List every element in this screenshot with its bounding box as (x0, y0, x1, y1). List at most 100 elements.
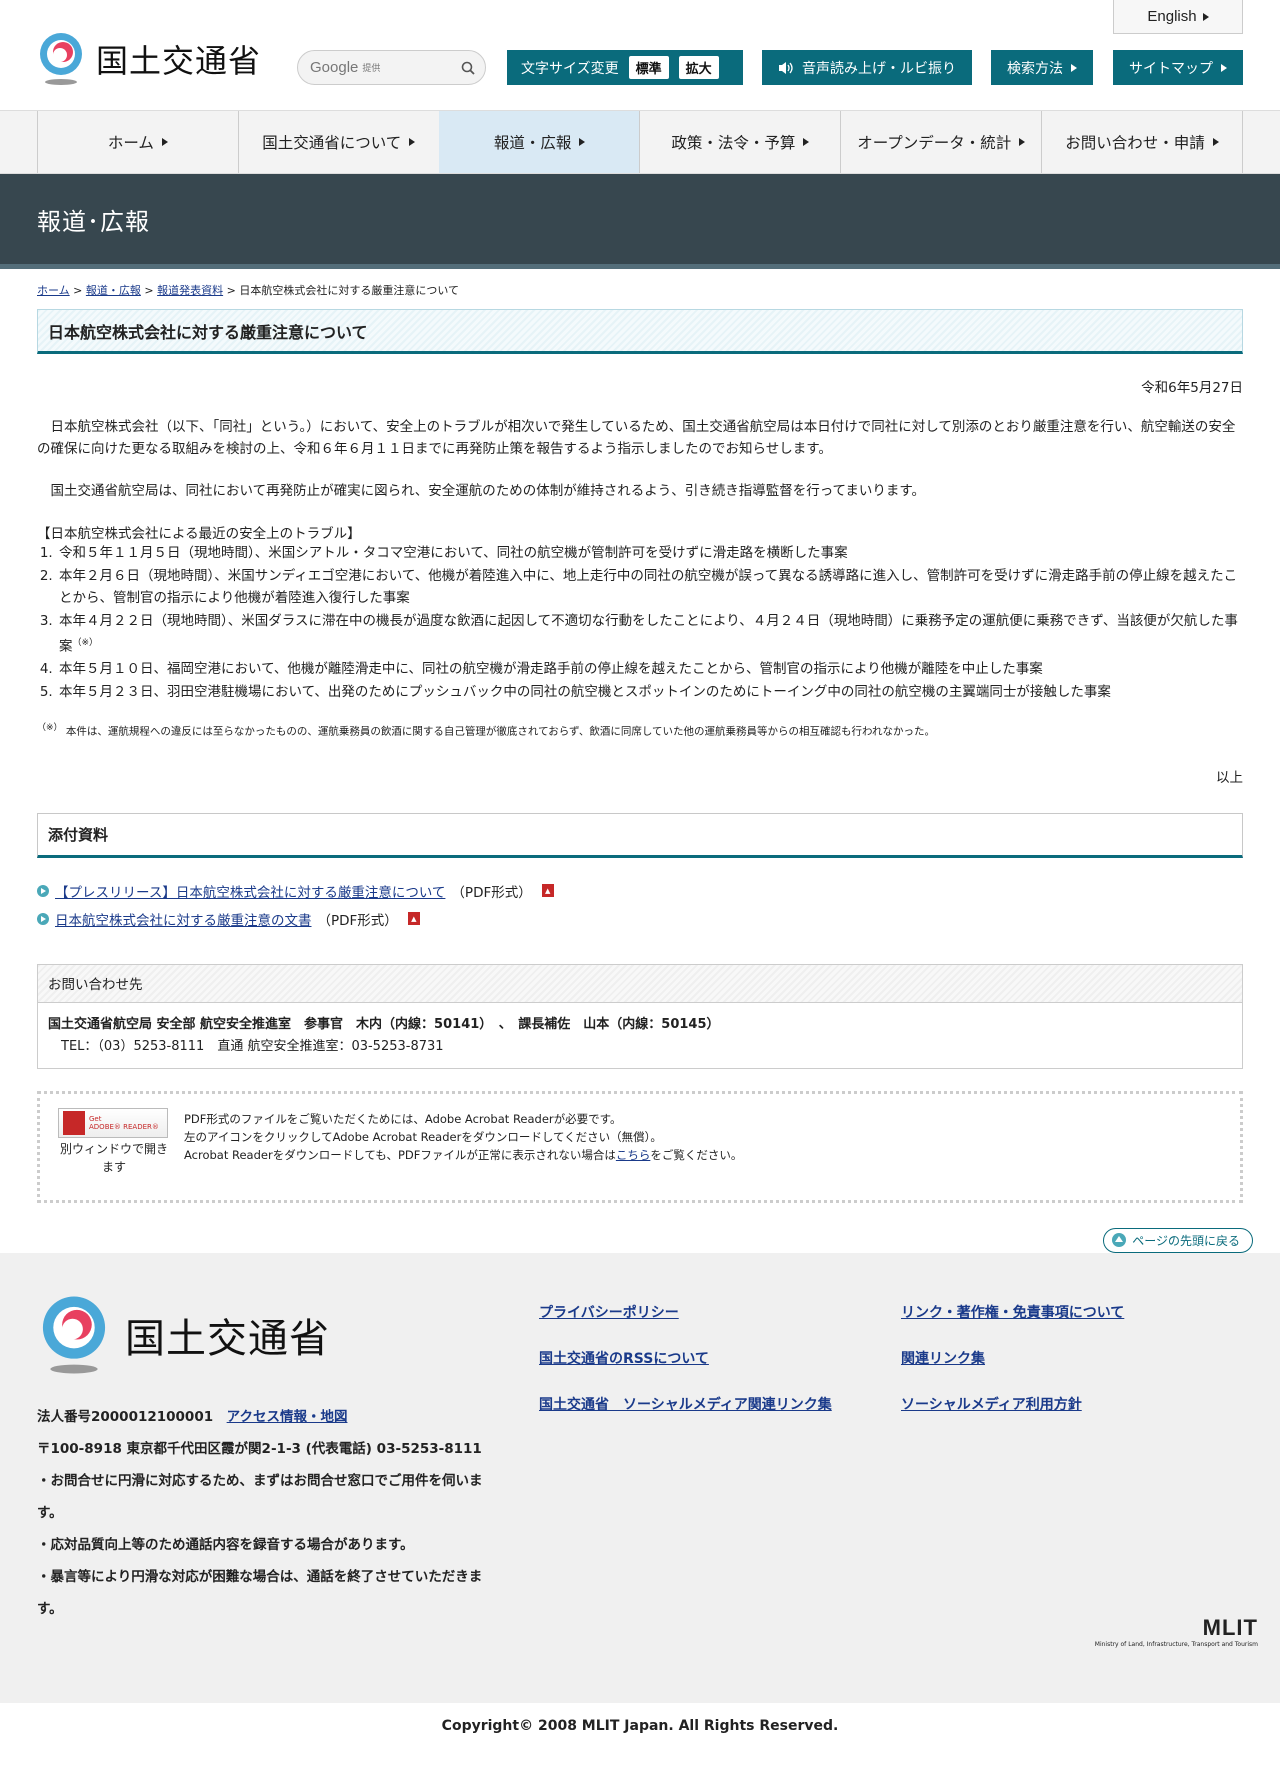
arrow-right-icon (1019, 138, 1026, 146)
main-content: ホーム > 報道・広報 > 報道発表資料 > 日本航空株式会社に対する厳重注意に… (37, 282, 1253, 1253)
adobe-get-label: Get (89, 1114, 102, 1123)
adobe-reader-box: Get ADOBE® READER® 別ウィンドウで開きます PDF形式のファイル… (37, 1090, 1243, 1203)
nav-label: オープンデータ・統計 (857, 134, 1012, 152)
search-method-button[interactable]: 検索方法 (991, 50, 1093, 85)
pdf-icon: ▲ (407, 912, 420, 925)
mlit-wordmark-text: MLIT (1202, 1614, 1258, 1640)
rss-link[interactable]: 国土交通省のRSSについて (539, 1351, 709, 1367)
adobe-icon (63, 1110, 85, 1135)
address: 〒100-8918 東京都千代田区霞が関2-1-3 (代表電話) 03-5253… (37, 1440, 482, 1457)
arrow-right-icon (1212, 138, 1219, 146)
pdf-icon: ▲ (541, 884, 554, 897)
contact-box: お問い合わせ先 国土交通省航空局 安全部 航空安全推進室 参事官 木内（内線：5… (37, 963, 1243, 1069)
breadcrumb-home[interactable]: ホーム (37, 284, 70, 297)
footer-logo[interactable]: 国土交通省 (37, 1293, 330, 1377)
arrow-right-icon (409, 138, 416, 146)
get-adobe-reader-button[interactable]: Get ADOBE® READER® (58, 1107, 168, 1138)
section-banner: 報道･広報 (0, 174, 1280, 269)
list-item: 日本航空株式会社に対する厳重注意の文書 （PDF形式） ▲ (37, 905, 1243, 933)
list-item: 本年４月２２日（現地時間）、米国ダラスに滞在中の機長が過度な飲酒に起因して不適切… (57, 610, 1243, 659)
breadcrumb-press[interactable]: 報道・広報 (86, 284, 141, 297)
font-size-standard-button[interactable]: 標準 (628, 56, 669, 79)
footer-links: プライバシーポリシー リンク・著作権・免責事項について 国土交通省のRSSについ… (539, 1303, 1239, 1415)
nav-item-opendata[interactable]: オープンデータ・統計 (840, 111, 1041, 173)
attachments-heading: 添付資料 (37, 812, 1243, 858)
search-icon[interactable] (461, 61, 475, 75)
nav-item-home[interactable]: ホーム (37, 111, 238, 173)
arrow-right-icon (803, 138, 810, 146)
notice-3: ・暴言等により円滑な対応が困難な場合は、通話を終了させていただきます。 (37, 1568, 483, 1617)
search-provided-label: 提供 (362, 64, 381, 74)
publish-date: 令和6年5月27日 (1141, 380, 1243, 396)
body-paragraph-2: 国土交通省航空局は、同社において再発防止が確実に図られ、安全運航のための体制が維… (50, 483, 926, 499)
list-item: 令和５年１１月５日（現地時間）、米国シアトル・タコマ空港において、同社の航空機が… (57, 542, 1243, 565)
list-item: 【プレスリリース】日本航空株式会社に対する厳重注意について （PDF形式） ▲ (37, 877, 1243, 905)
contact-phone: TEL：（03）5253-8111 直通 航空安全推進室：03-5253-873… (61, 1038, 444, 1054)
font-size-control: 文字サイズ変更 標準 拡大 (507, 50, 743, 85)
arrow-right-icon (1202, 12, 1209, 21)
mlit-logo-icon (40, 33, 82, 85)
nav-item-about[interactable]: 国土交通省について (237, 111, 439, 173)
incident-list: 令和５年１１月５日（現地時間）、米国シアトル・タコマ空港において、同社の航空機が… (57, 542, 1243, 703)
privacy-policy-link[interactable]: プライバシーポリシー (539, 1305, 679, 1321)
logo-text: 国土交通省 (96, 42, 262, 80)
nav-label: 政策・法令・予算 (671, 134, 796, 152)
site-header: English 国土交通省 Google 提供 文字サイズ変更 標準 拡大 音声… (0, 0, 1280, 111)
access-map-link[interactable]: アクセス情報・地図 (227, 1409, 348, 1425)
footnote: （※） 本件は、運航規程への違反には至らなかったものの、運航乗務員の飲酒に関する… (37, 723, 935, 738)
footer-logo-text: 国土交通省 (125, 1315, 330, 1362)
footnote-mark: （※） (72, 638, 99, 648)
nav-label: 報道・広報 (493, 134, 572, 152)
breadcrumb-current: 日本航空株式会社に対する厳重注意について (239, 284, 459, 297)
related-links-link[interactable]: 関連リンク集 (901, 1351, 985, 1367)
site-logo[interactable]: 国土交通省 (36, 32, 261, 86)
nav-item-policy[interactable]: 政策・法令・予算 (639, 111, 840, 173)
attachment-link-document[interactable]: 日本航空株式会社に対する厳重注意の文書 (55, 909, 312, 929)
adobe-text-3: Acrobat Readerをダウンロードしても、PDFファイルが正常に表示され… (184, 1147, 743, 1162)
speaker-icon (779, 61, 793, 74)
attachment-link-press-release[interactable]: 【プレスリリース】日本航空株式会社に対する厳重注意について (55, 881, 445, 901)
sitemap-button[interactable]: サイトマップ (1113, 50, 1243, 85)
search-google-label: Google (310, 59, 359, 76)
breadcrumb-releases[interactable]: 報道発表資料 (157, 284, 223, 297)
arrow-right-icon (579, 138, 586, 146)
english-button[interactable]: English (1113, 0, 1243, 34)
voice-ruby-button[interactable]: 音声読み上げ・ルビ振り (762, 50, 972, 85)
adobe-text-1: PDF形式のファイルをご覧いただくためには、Adobe Acrobat Read… (184, 1111, 622, 1126)
copyright: Copyright© 2008 MLIT Japan. All Rights R… (0, 1702, 1280, 1749)
search-box[interactable]: Google 提供 (297, 50, 486, 85)
new-window-caption: 別ウィンドウで開きます (59, 1141, 168, 1174)
nav-label: 国土交通省について (262, 134, 402, 152)
list-item: 本年５月２３日、羽田空港駐機場において、出発のためにプッシュバック中の同社の航空… (57, 681, 1243, 704)
list-item: 本年２月６日（現地時間）、米国サンディエゴ空港において、他機が着陸進入中に、地上… (57, 565, 1243, 610)
notice-2: ・応対品質向上等のため通話内容を録音する場合があります。 (37, 1536, 414, 1553)
bullet-arrow-icon (37, 912, 49, 925)
search-method-label: 検索方法 (1007, 60, 1063, 77)
global-nav: ホーム 国土交通省について 報道・広報 政策・法令・予算 オープンデータ・統計 … (0, 111, 1280, 174)
adobe-text-2: 左のアイコンをクリックしてAdobe Acrobat Readerをダウンロード… (184, 1129, 662, 1144)
social-media-links-link[interactable]: 国土交通省 ソーシャルメディア関連リンク集 (539, 1397, 832, 1413)
arrow-right-icon (161, 138, 168, 146)
voice-ruby-label: 音声読み上げ・ルビ振り (802, 60, 956, 77)
notice-1: ・お問合せに円滑に対応するため、まずはお問合せ窓口でご用件を伺います。 (37, 1472, 483, 1521)
corporate-number: 法人番号2000012100001 (37, 1408, 214, 1425)
page-top-label: ページの先頭に戻る (1132, 1233, 1240, 1248)
nav-label: ホーム (107, 134, 154, 152)
nav-item-press[interactable]: 報道・広報 (438, 111, 640, 173)
page-top-button[interactable]: ページの先頭に戻る (1103, 1227, 1253, 1253)
site-footer: 国土交通省 法人番号2000012100001 アクセス情報・地図 〒100-8… (0, 1252, 1280, 1703)
adobe-help-link[interactable]: こちら (616, 1148, 651, 1162)
footer-info: 法人番号2000012100001 アクセス情報・地図 〒100-8918 東京… (37, 1401, 502, 1625)
social-media-policy-link[interactable]: ソーシャルメディア利用方針 (901, 1397, 1082, 1413)
mlit-logo-icon (42, 1296, 106, 1373)
mlit-wordmark: MLIT Ministry of Land, Infrastructure, T… (1095, 1615, 1258, 1648)
attachment-format: （PDF形式） (451, 884, 532, 901)
breadcrumb: ホーム > 報道・広報 > 報道発表資料 > 日本航空株式会社に対する厳重注意に… (37, 284, 459, 297)
link-copyright-disclaimer-link[interactable]: リンク・著作権・免責事項について (901, 1305, 1124, 1321)
font-size-large-button[interactable]: 拡大 (678, 56, 719, 79)
english-label: English (1147, 8, 1197, 25)
attachment-format: （PDF形式） (317, 912, 398, 929)
closing-mark: 以上 (1216, 769, 1243, 786)
nav-label: お問い合わせ・申請 (1065, 134, 1205, 152)
nav-item-contact[interactable]: お問い合わせ・申請 (1041, 111, 1243, 173)
